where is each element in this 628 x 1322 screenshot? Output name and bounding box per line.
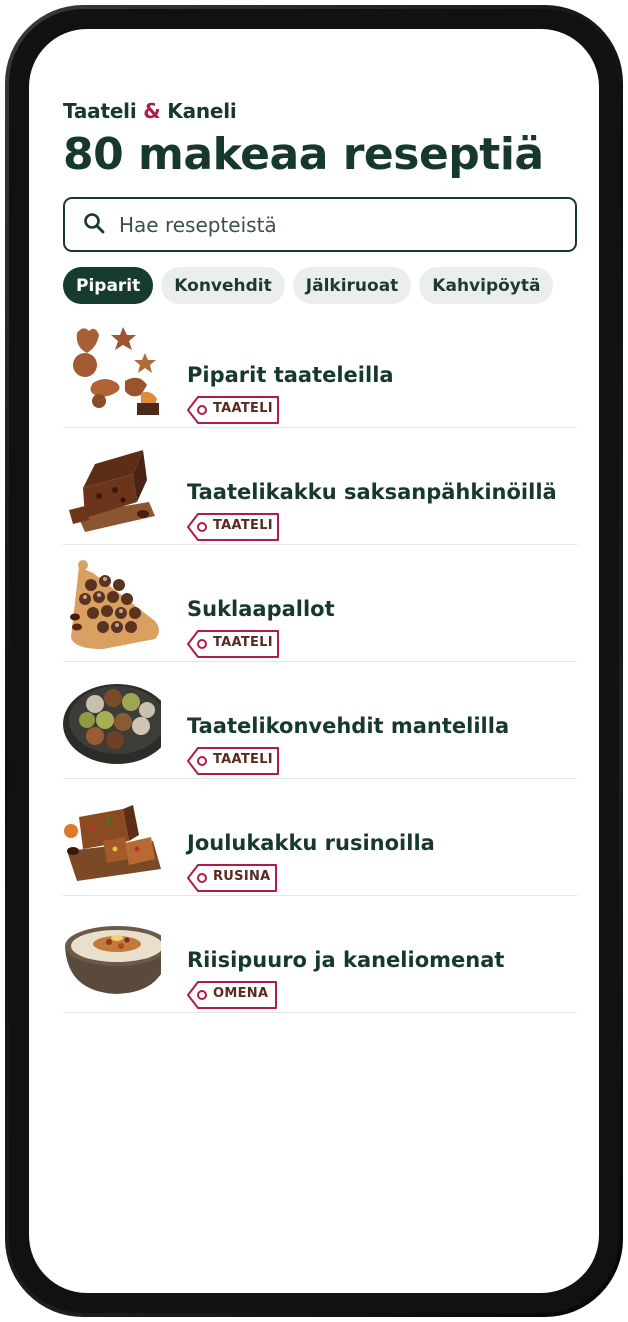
phone-frame: Taateli & Kaneli 80 makeaa reseptiä Pipa…	[5, 5, 623, 1317]
ingredient-tag-label: TAATELI	[213, 518, 273, 533]
gingerbread-cookies-image	[63, 323, 161, 417]
recipe-row[interactable]: Suklaapallot TAATELI	[63, 545, 577, 662]
filter-chip-konvehdit[interactable]: Konvehdit	[161, 267, 285, 304]
date-cake-image	[63, 440, 161, 534]
recipe-row[interactable]: Taatelikakku saksanpähkinöillä TAATELI	[63, 428, 577, 545]
filter-chip-label: Jälkiruoat	[305, 275, 399, 296]
recipe-row[interactable]: Taatelikonvehdit mantelilla TAATELI	[63, 662, 577, 779]
screen: Taateli & Kaneli 80 makeaa reseptiä Pipa…	[29, 29, 599, 1293]
filter-chip-kahvipoyta[interactable]: Kahvipöytä	[419, 267, 554, 304]
search-bar[interactable]	[63, 197, 577, 252]
recipe-title: Taatelikonvehdit mantelilla	[187, 714, 510, 738]
search-icon	[83, 212, 105, 238]
recipe-title: Piparit taateleilla	[187, 363, 394, 387]
filter-chip-label: Kahvipöytä	[432, 275, 541, 296]
filter-chip-piparit[interactable]: Piparit	[63, 267, 154, 304]
recipe-list: Piparit taateleilla TAATELI Taatelikakku…	[63, 311, 577, 1013]
ingredient-tag-label: TAATELI	[213, 635, 273, 650]
filter-chips: Piparit Konvehdit Jälkiruoat Kahvipöytä	[63, 267, 554, 304]
chocolate-balls-image	[63, 557, 161, 651]
ingredient-tag-label: OMENA	[213, 986, 269, 1001]
filter-chip-label: Piparit	[76, 275, 141, 296]
brand-part2: Kaneli	[167, 99, 237, 123]
ingredient-tag-label: RUSINA	[213, 869, 271, 884]
brand-logo[interactable]: Taateli & Kaneli	[63, 99, 237, 123]
page-title: 80 makeaa reseptiä	[63, 129, 544, 180]
ingredient-tag-label: TAATELI	[213, 401, 273, 416]
recipe-title: Riisipuuro ja kaneliomenat	[187, 948, 505, 972]
recipe-row[interactable]: Riisipuuro ja kaneliomenat OMENA	[63, 896, 577, 1013]
christmas-fruitcake-image	[63, 791, 161, 885]
ingredient-tag-label: TAATELI	[213, 752, 273, 767]
recipe-row[interactable]: Piparit taateleilla TAATELI	[63, 311, 577, 428]
rice-porridge-image	[63, 908, 169, 1002]
brand-part1: Taateli	[63, 99, 137, 123]
search-input[interactable]	[117, 211, 541, 238]
filter-chip-label: Konvehdit	[174, 275, 272, 296]
recipe-title: Taatelikakku saksanpähkinöillä	[187, 480, 557, 504]
brand-ampersand: &	[143, 99, 161, 123]
recipe-row[interactable]: Joulukakku rusinoilla RUSINA	[63, 779, 577, 896]
recipe-title: Joulukakku rusinoilla	[187, 831, 435, 855]
filter-chip-jalkiruoat[interactable]: Jälkiruoat	[292, 267, 412, 304]
recipe-title: Suklaapallot	[187, 597, 335, 621]
date-truffles-image	[63, 674, 171, 768]
